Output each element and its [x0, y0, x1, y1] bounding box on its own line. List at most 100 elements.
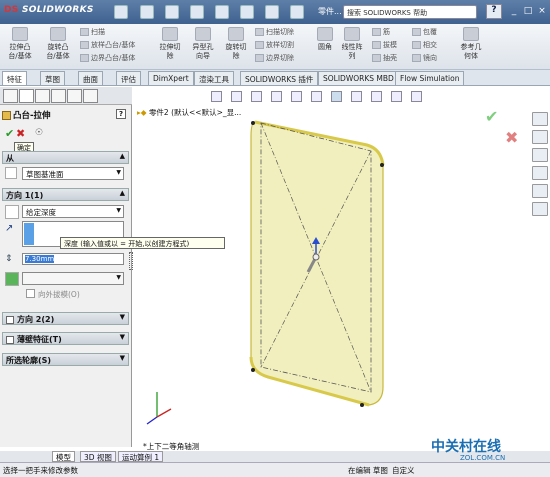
rib-icon [372, 28, 381, 36]
extruded-part-preview[interactable] [250, 121, 384, 406]
tab-model[interactable]: 模型 [52, 451, 75, 462]
property-manager-icon[interactable] [19, 89, 34, 103]
tab-motion-study[interactable]: 运动算例 1 [118, 451, 164, 462]
design-library-icon[interactable] [532, 130, 548, 144]
cancel-button[interactable]: ✖ [16, 127, 25, 140]
boundary-cut-button[interactable]: 边界切除 [255, 53, 311, 63]
sketch-point[interactable] [251, 368, 255, 372]
configuration-icon[interactable] [35, 89, 50, 103]
revolve-boss-button[interactable]: 旋转凸 台/基体 [42, 27, 74, 67]
fillet-button[interactable]: 圆角 [313, 27, 337, 67]
direction1-section[interactable]: 方向 1(1) ▲ [2, 188, 129, 201]
file-explorer-icon[interactable] [532, 148, 548, 162]
appearance-icon[interactable] [83, 89, 98, 103]
linear-pattern-button[interactable]: 线性阵列 [338, 27, 366, 67]
save-icon[interactable] [165, 5, 179, 19]
lofted-cut-button[interactable]: 放样切割 [255, 40, 311, 50]
ok-button[interactable]: ✔ [5, 127, 14, 140]
draft-outward-checkbox[interactable] [26, 289, 35, 298]
feature-tree-icon[interactable] [3, 89, 18, 103]
resources-icon[interactable] [532, 112, 548, 126]
boundary-boss-button[interactable]: 边界凸台/基体 [80, 53, 152, 63]
draft-on-off-icon[interactable] [5, 272, 19, 286]
swept-cut-button[interactable]: 扫描切除 [255, 27, 311, 37]
undo-icon[interactable] [215, 5, 229, 19]
extrude-cut-button[interactable]: 拉伸切除 [155, 27, 185, 67]
minimize-icon[interactable]: _ [507, 4, 521, 18]
zoom-fit-icon[interactable] [211, 91, 222, 102]
help-button[interactable]: ? [486, 4, 502, 19]
from-select[interactable]: 草图基准面 ▼ [22, 167, 124, 180]
view-orientation-icon[interactable] [311, 91, 322, 102]
shell-button[interactable]: 抽壳 [372, 53, 408, 63]
detailed-preview-icon[interactable]: ☉ [35, 128, 43, 138]
open-file-icon[interactable] [140, 5, 154, 19]
intersect-button[interactable]: 相交 [412, 40, 450, 50]
direction2-section[interactable]: 方向 2(2) ▼ [2, 312, 129, 325]
dimxpert-icon[interactable] [51, 89, 66, 103]
display-manager-icon[interactable] [67, 89, 82, 103]
print-icon[interactable] [190, 5, 204, 19]
reference-geometry-button[interactable]: 参考几 何体 [455, 27, 487, 67]
reverse-direction-icon[interactable] [5, 205, 19, 219]
pm-help-icon[interactable]: ? [116, 109, 126, 119]
tab-dimxpert[interactable]: DimXpert [148, 71, 194, 85]
extrude-boss-button[interactable]: 拉伸凸 台/基体 [4, 27, 36, 67]
new-file-icon[interactable] [114, 5, 128, 19]
section-view-icon[interactable] [271, 91, 282, 102]
tab-evaluate[interactable]: 评估 [116, 71, 141, 85]
custom-properties-icon[interactable] [532, 202, 548, 216]
draft-button[interactable]: 拔模 [372, 40, 408, 50]
thin-feature-checkbox[interactable] [6, 335, 14, 344]
tab-render-tools[interactable]: 渲染工具 [194, 71, 234, 85]
view-settings-icon[interactable] [411, 91, 422, 102]
help-search-input[interactable]: 搜索 SOLIDWORKS 帮助 [343, 5, 477, 19]
dynamic-annotation-icon[interactable] [291, 91, 302, 102]
direction2-checkbox[interactable] [6, 315, 14, 324]
revolve-cut-button[interactable]: 旋转切除 [221, 27, 251, 67]
hole-wizard-button[interactable]: 异型孔 向导 [188, 27, 218, 67]
view-palette-icon[interactable] [532, 166, 548, 180]
thin-feature-section[interactable]: 薄壁特征(T) ▼ [2, 332, 129, 345]
sketch-point[interactable] [380, 163, 384, 167]
loft-button[interactable]: 放样凸台/基体 [80, 40, 152, 50]
previous-view-icon[interactable] [251, 91, 262, 102]
feature-tree-flyout[interactable]: ▸◆ 零件2 (默认<<默认>_显... [137, 107, 241, 118]
zoom-area-icon[interactable] [231, 91, 242, 102]
edit-appearance-icon[interactable] [371, 91, 382, 102]
tab-flow-simulation[interactable]: Flow Simulation [395, 71, 465, 85]
model-viewport[interactable]: ✔ ✖ [133, 87, 529, 447]
tab-features[interactable]: 特征 [2, 71, 27, 85]
scene-icon[interactable] [391, 91, 402, 102]
tab-mbd[interactable]: SOLIDWORKS MBD [318, 71, 399, 85]
wrap-button[interactable]: 包覆 [412, 27, 450, 37]
options-icon[interactable] [290, 5, 304, 19]
linear-pattern-icon [344, 27, 360, 41]
sketch-point[interactable] [360, 403, 364, 407]
select-icon[interactable] [240, 5, 254, 19]
app-logo[interactable]: DS SOLIDWORKS [4, 5, 94, 15]
tab-sketch[interactable]: 草图 [40, 71, 65, 85]
graphics-area[interactable]: ✔ ✖ ▸◆ 零件2 (默认<<默认>_显... *上下二等角轴测 [133, 87, 529, 451]
rib-button[interactable]: 筋 [372, 27, 408, 37]
from-section[interactable]: 从 ▲ [2, 151, 129, 164]
confirm-cancel-icon[interactable]: ✖ [505, 128, 518, 147]
tab-addins[interactable]: SOLIDWORKS 插件 [240, 71, 319, 85]
tab-3d-views[interactable]: 3D 视图 [80, 451, 116, 462]
draft-angle-field[interactable]: ▼ [22, 272, 124, 285]
confirm-ok-icon[interactable]: ✔ [485, 107, 498, 126]
hide-show-icon[interactable] [351, 91, 362, 102]
sketch-point[interactable] [251, 121, 255, 125]
sweep-button[interactable]: 扫描 [80, 27, 152, 37]
depth-input[interactable]: 7.30mm [22, 253, 124, 265]
tab-surfaces[interactable]: 曲面 [78, 71, 103, 85]
end-condition-select[interactable]: 给定深度 ▼ [22, 205, 124, 218]
close-icon[interactable]: × [535, 4, 549, 18]
selected-contours-section[interactable]: 所选轮廓(S) ▼ [2, 353, 129, 366]
units-status[interactable]: 自定义 [392, 465, 415, 476]
rebuild-icon[interactable] [265, 5, 279, 19]
display-style-icon[interactable] [331, 91, 342, 102]
maximize-icon[interactable]: □ [521, 4, 535, 18]
appearances-icon[interactable] [532, 184, 548, 198]
mirror-button[interactable]: 镜向 [412, 53, 450, 63]
